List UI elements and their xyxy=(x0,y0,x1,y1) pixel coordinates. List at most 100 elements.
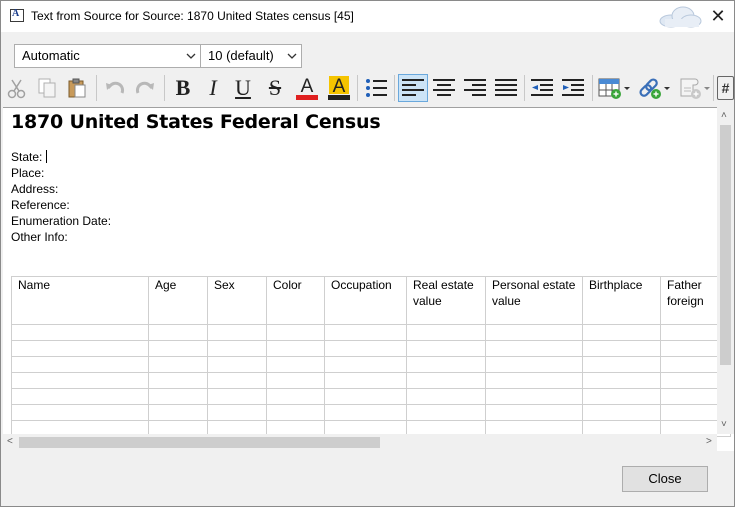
table-cell[interactable] xyxy=(324,340,407,357)
decrease-indent-icon[interactable] xyxy=(528,74,556,102)
font-family-value: Automatic xyxy=(22,48,80,63)
table-cell[interactable] xyxy=(406,404,486,421)
bold-icon[interactable]: B xyxy=(169,74,197,102)
close-button[interactable]: Close xyxy=(622,466,708,492)
bullet-list-icon[interactable] xyxy=(362,74,390,102)
window-close-button[interactable]: ✕ xyxy=(707,6,729,26)
vertical-scrollbar[interactable]: ˄ ˅ xyxy=(717,107,734,434)
table-cell[interactable] xyxy=(207,404,267,421)
table-cell[interactable] xyxy=(485,324,583,341)
cut-icon[interactable] xyxy=(3,74,31,102)
field-icon[interactable]: # xyxy=(717,74,734,102)
table-cell[interactable] xyxy=(485,404,583,421)
table-cell[interactable] xyxy=(406,372,486,389)
table-cell[interactable] xyxy=(582,388,661,405)
scroll-up-icon[interactable]: ˄ xyxy=(721,111,727,121)
table-row xyxy=(11,324,731,341)
table-cell[interactable] xyxy=(207,356,267,373)
align-right-icon[interactable] xyxy=(461,74,489,102)
table-cell[interactable] xyxy=(485,340,583,357)
table-cell[interactable] xyxy=(266,388,325,405)
table-cell[interactable] xyxy=(148,356,208,373)
align-left-icon[interactable] xyxy=(398,74,428,102)
table-cell[interactable] xyxy=(485,388,583,405)
table-cell[interactable] xyxy=(324,324,407,341)
table-cell[interactable] xyxy=(324,388,407,405)
table-cell[interactable] xyxy=(582,404,661,421)
table-cell[interactable] xyxy=(324,404,407,421)
table-cell[interactable] xyxy=(207,340,267,357)
table-cell[interactable] xyxy=(148,404,208,421)
table-cell[interactable] xyxy=(406,324,486,341)
font-family-dropdown[interactable]: Automatic xyxy=(14,44,201,68)
underline-icon[interactable]: U xyxy=(229,74,257,102)
window-title: Text from Source for Source: 1870 United… xyxy=(31,9,354,23)
table-cell[interactable] xyxy=(266,372,325,389)
toolbar-separator xyxy=(164,75,165,101)
table-cell[interactable] xyxy=(148,372,208,389)
justify-icon[interactable] xyxy=(492,74,520,102)
table-cell[interactable] xyxy=(148,388,208,405)
increase-indent-icon[interactable] xyxy=(559,74,587,102)
strikethrough-icon[interactable]: S xyxy=(261,74,289,102)
field-other-info: Other Info: xyxy=(11,230,68,244)
table-cell[interactable] xyxy=(148,324,208,341)
table-cell[interactable] xyxy=(406,356,486,373)
text-caret xyxy=(46,150,48,163)
font-size-dropdown[interactable]: 10 (default) xyxy=(200,44,302,68)
table-cell[interactable] xyxy=(207,388,267,405)
table-cell[interactable] xyxy=(485,356,583,373)
vertical-scroll-thumb[interactable] xyxy=(720,125,731,365)
insert-table-icon[interactable] xyxy=(597,74,631,102)
chevron-down-icon xyxy=(287,53,297,59)
field-list: State: Place: Address: Reference: Enumer… xyxy=(11,149,111,245)
paste-icon[interactable] xyxy=(63,74,91,102)
table-cell[interactable] xyxy=(582,324,661,341)
table-cell[interactable] xyxy=(11,372,149,389)
align-center-icon[interactable] xyxy=(430,74,458,102)
app-icon xyxy=(10,8,24,22)
table-cell[interactable] xyxy=(406,340,486,357)
table-cell[interactable] xyxy=(266,324,325,341)
table-cell[interactable] xyxy=(11,404,149,421)
table-cell[interactable] xyxy=(11,340,149,357)
table-row xyxy=(11,404,731,421)
undo-icon[interactable] xyxy=(101,74,129,102)
horizontal-scrollbar[interactable]: < > xyxy=(3,434,717,451)
scroll-left-icon[interactable]: < xyxy=(7,437,13,447)
table-row xyxy=(11,340,731,357)
table-cell[interactable] xyxy=(266,356,325,373)
redo-icon[interactable] xyxy=(131,74,159,102)
italic-icon[interactable]: I xyxy=(199,74,227,102)
font-size-value: 10 (default) xyxy=(208,48,274,63)
field-state: State: xyxy=(11,149,111,165)
column-header: Real estate value xyxy=(406,276,486,325)
table-cell[interactable] xyxy=(582,340,661,357)
table-cell[interactable] xyxy=(207,324,267,341)
cloud-sync-icon[interactable] xyxy=(657,5,703,29)
table-cell[interactable] xyxy=(582,372,661,389)
table-cell[interactable] xyxy=(148,340,208,357)
table-header-row: Name Age Sex Color Occupation Real estat… xyxy=(11,276,731,325)
insert-link-icon[interactable] xyxy=(637,74,671,102)
table-cell[interactable] xyxy=(266,404,325,421)
scroll-down-icon[interactable]: ˅ xyxy=(721,420,727,430)
copy-icon[interactable] xyxy=(33,74,61,102)
scroll-right-icon[interactable]: > xyxy=(706,437,712,447)
table-cell[interactable] xyxy=(207,372,267,389)
insert-source-icon[interactable] xyxy=(677,74,711,102)
horizontal-scroll-thumb[interactable] xyxy=(19,437,380,448)
table-cell[interactable] xyxy=(11,388,149,405)
table-cell[interactable] xyxy=(582,356,661,373)
census-table[interactable]: Name Age Sex Color Occupation Real estat… xyxy=(11,276,731,437)
table-cell[interactable] xyxy=(11,324,149,341)
highlight-color-icon[interactable]: A xyxy=(325,74,353,102)
rich-text-editor[interactable]: 1870 United States Federal Census State:… xyxy=(3,107,734,451)
table-cell[interactable] xyxy=(266,340,325,357)
font-color-icon[interactable]: A xyxy=(293,74,321,102)
table-cell[interactable] xyxy=(324,372,407,389)
table-cell[interactable] xyxy=(406,388,486,405)
table-cell[interactable] xyxy=(485,372,583,389)
table-cell[interactable] xyxy=(324,356,407,373)
table-cell[interactable] xyxy=(11,356,149,373)
